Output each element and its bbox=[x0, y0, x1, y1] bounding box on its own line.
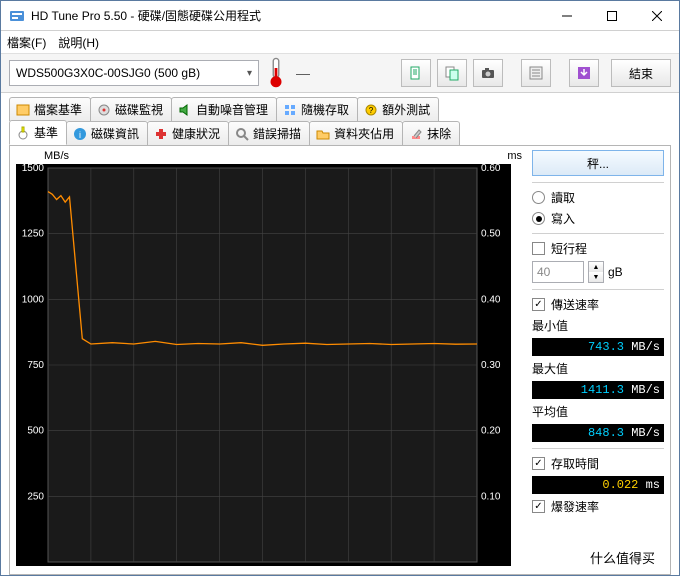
max-label: 最大值 bbox=[532, 360, 664, 377]
short-stroke-checkbox[interactable]: 短行程 bbox=[532, 240, 664, 257]
short-stroke-value[interactable]: 40 bbox=[532, 261, 584, 283]
run-button[interactable]: 秤... bbox=[532, 150, 664, 176]
svg-text:250: 250 bbox=[27, 491, 44, 502]
svg-text:0.30: 0.30 bbox=[481, 360, 501, 371]
tab-extra-tests[interactable]: ?額外測試 bbox=[357, 97, 439, 121]
options-button[interactable] bbox=[521, 59, 551, 87]
chevron-down-icon: ▾ bbox=[247, 68, 252, 79]
app-icon bbox=[9, 8, 25, 24]
max-value: 1411.3 MB/s bbox=[532, 381, 664, 399]
tab-folder-usage[interactable]: 資料夾佔用 bbox=[309, 121, 403, 145]
benchmark-chart: 250 500 750 1000 1250 1500 0.10 0.20 0.30 0.40 0.5… bbox=[16, 164, 511, 566]
mode-read-radio[interactable]: 讀取 bbox=[532, 189, 664, 206]
menu-file[interactable]: 檔案(F) bbox=[7, 34, 46, 51]
tab-file-benchmark[interactable]: 檔案基準 bbox=[9, 97, 91, 121]
minimize-button[interactable] bbox=[544, 1, 589, 30]
tab-info[interactable]: i磁碟資訊 bbox=[66, 121, 148, 145]
tab-error-scan[interactable]: 錯誤掃描 bbox=[228, 121, 310, 145]
avg-value: 848.3 MB/s bbox=[532, 424, 664, 442]
svg-text:0.50: 0.50 bbox=[481, 229, 501, 240]
svg-text:750: 750 bbox=[27, 360, 44, 371]
short-stroke-stepper[interactable]: ▲▼ bbox=[588, 261, 604, 283]
access-value: 0.022 ms bbox=[532, 476, 664, 494]
svg-text:0.10: 0.10 bbox=[481, 491, 501, 502]
svg-text:500: 500 bbox=[27, 426, 44, 437]
svg-text:0.40: 0.40 bbox=[481, 294, 501, 305]
window-title: HD Tune Pro 5.50 - 硬碟/固態硬碟公用程式 bbox=[31, 7, 544, 24]
y-right-unit: ms bbox=[507, 150, 522, 162]
tab-erase[interactable]: 抹除 bbox=[402, 121, 460, 145]
svg-text:1500: 1500 bbox=[22, 164, 45, 174]
copy-screenshot-button[interactable] bbox=[437, 59, 467, 87]
svg-text:1250: 1250 bbox=[22, 229, 45, 240]
min-value: 743.3 MB/s bbox=[532, 338, 664, 356]
svg-text:1000: 1000 bbox=[22, 294, 45, 305]
maximize-button[interactable] bbox=[589, 1, 634, 30]
min-label: 最小值 bbox=[532, 317, 664, 334]
thermometer-icon bbox=[265, 60, 287, 86]
avg-label: 平均值 bbox=[532, 403, 664, 420]
temperature-value: — bbox=[293, 65, 313, 81]
y-left-unit: MB/s bbox=[44, 150, 69, 162]
tab-random-access[interactable]: 隨機存取 bbox=[276, 97, 358, 121]
close-button[interactable] bbox=[634, 1, 679, 30]
mode-write-radio[interactable]: 寫入 bbox=[532, 210, 664, 227]
menu-help[interactable]: 說明(H) bbox=[58, 34, 99, 51]
access-time-checkbox[interactable]: 存取時間 bbox=[532, 455, 664, 472]
svg-text:?: ? bbox=[369, 106, 374, 115]
save-screenshot-button[interactable] bbox=[473, 59, 503, 87]
copy-info-button[interactable] bbox=[401, 59, 431, 87]
tab-aam[interactable]: 自動噪音管理 bbox=[171, 97, 277, 121]
transfer-rate-checkbox[interactable]: 傳送速率 bbox=[532, 296, 664, 313]
tab-health[interactable]: 健康狀況 bbox=[147, 121, 229, 145]
short-stroke-unit: gB bbox=[608, 265, 623, 279]
watermark: 什么值得买 bbox=[584, 546, 661, 569]
drive-select-value: WDS500G3X0C-00SJG0 (500 gB) bbox=[16, 66, 200, 80]
drive-select[interactable]: WDS500G3X0C-00SJG0 (500 gB) ▾ bbox=[9, 60, 259, 86]
save-button[interactable] bbox=[569, 59, 599, 87]
tab-disk-monitor[interactable]: 磁碟監視 bbox=[90, 97, 172, 121]
burst-rate-checkbox[interactable]: 爆發速率 bbox=[532, 498, 664, 515]
svg-text:0.20: 0.20 bbox=[481, 426, 501, 437]
tab-benchmark[interactable]: 基準 bbox=[9, 120, 67, 145]
svg-text:0.60: 0.60 bbox=[481, 164, 501, 174]
svg-text:i: i bbox=[79, 130, 81, 140]
exit-button[interactable]: 結束 bbox=[611, 59, 671, 87]
